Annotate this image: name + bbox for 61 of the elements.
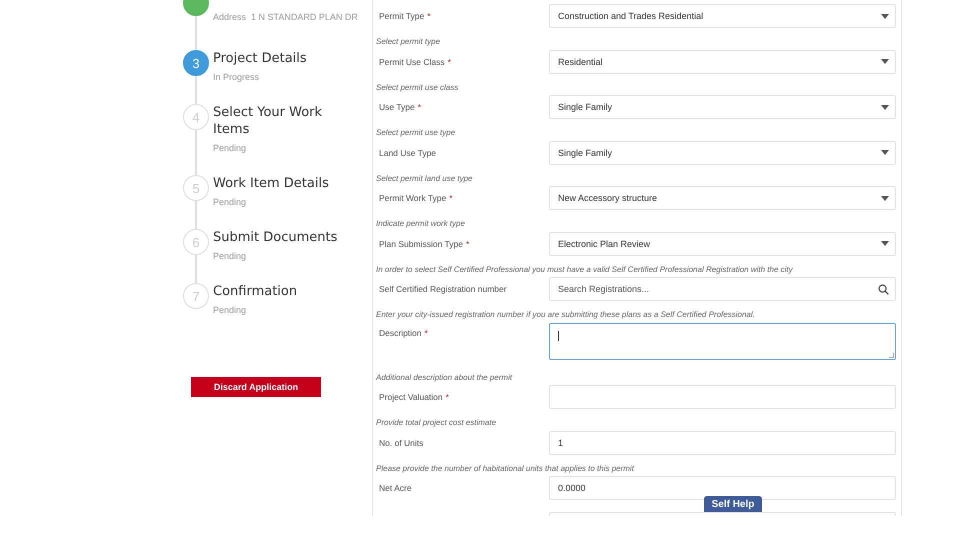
caret-icon: [881, 241, 889, 246]
step-title: Confirmation: [213, 283, 298, 300]
field-label: No. of Units: [379, 438, 424, 448]
step-number: 3: [183, 50, 209, 76]
search-icon[interactable]: [878, 284, 889, 294]
required-mark: *: [448, 56, 451, 66]
help-text: Provide total project cost estimate: [376, 417, 498, 429]
field-label: Description: [379, 328, 422, 338]
dropdown-field[interactable]: New Accessory structure: [549, 186, 896, 210]
dropdown-field[interactable]: Single Family: [549, 95, 896, 119]
address-label: Address: [213, 12, 246, 22]
help-text: In order to select Self Certified Professional you must have a valid Self Certified Professional Registration with the city: [376, 264, 794, 276]
description-field[interactable]: [549, 322, 896, 360]
caret-icon: [881, 150, 889, 155]
dropdown-field[interactable]: Single Family: [549, 140, 896, 164]
step-status: In Progress: [213, 72, 260, 82]
field-label: Use Type: [379, 102, 415, 112]
help-text: Select permit use type: [376, 127, 456, 139]
dropdown-field[interactable]: Electronic Plan Review: [549, 232, 896, 256]
caret-icon: [881, 14, 889, 18]
step-title: Submit Documents: [213, 229, 338, 246]
step-title: Work Item Details: [213, 175, 329, 192]
field-label: Project Valuation: [379, 392, 443, 402]
required-mark: *: [424, 328, 428, 338]
field-label: Permit Type: [379, 11, 424, 21]
input-field[interactable]: 0.0000: [549, 476, 896, 500]
step-status: Pending: [213, 251, 248, 261]
address-value: 1 N STANDARD PLAN DR: [251, 12, 358, 22]
field-label: Land Use Type: [379, 148, 436, 158]
dropdown-field[interactable]: Residential: [549, 50, 896, 74]
required-mark: *: [449, 193, 453, 203]
caret-icon: [881, 196, 889, 200]
step-title: Select Your Work Items: [213, 104, 324, 138]
dropdown-field[interactable]: Construction and Trades Residential: [549, 4, 896, 28]
discard-application-button[interactable]: Discard Application: [191, 377, 321, 397]
required-mark: *: [427, 11, 431, 21]
required-mark: *: [446, 392, 449, 402]
help-text: Select permit use class: [376, 82, 460, 94]
help-text: Select permit type: [376, 36, 442, 48]
help-text: Please provide the number of habitational units that applies to this permit: [376, 462, 636, 474]
step-status: Pending: [213, 143, 248, 153]
help-text: Additional description about the permit: [376, 372, 514, 384]
self-help-button[interactable]: Self Help: [704, 496, 762, 512]
input-field[interactable]: 1: [549, 430, 896, 454]
required-mark: *: [466, 238, 470, 248]
caret-icon: [881, 59, 889, 64]
field-label: Self Certified Registration number: [379, 284, 507, 294]
help-text: Select permit land use type: [376, 172, 474, 184]
help-text: Indicate permit work type: [376, 218, 466, 230]
step-status: Pending: [213, 197, 248, 207]
caret-icon: [881, 104, 889, 110]
help-text: Enter your city-issued registration number if you are submitting these plans as a Self Certified Professional.: [376, 309, 756, 321]
field-label: Net Acre: [379, 483, 412, 493]
step-title: Project Details: [213, 50, 307, 67]
step-status: Pending: [213, 305, 248, 315]
input-field[interactable]: [549, 385, 896, 409]
field-label: Permit Use Class: [379, 56, 445, 66]
required-mark: *: [418, 102, 422, 112]
field-label: Plan Submission Type: [379, 238, 463, 248]
field-label: Permit Work Type: [379, 193, 446, 203]
search-field[interactable]: Search Registrations...: [549, 277, 896, 301]
